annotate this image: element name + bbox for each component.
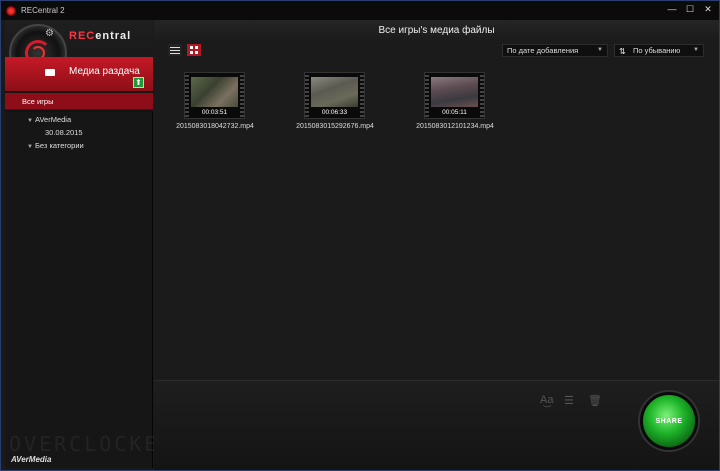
bottom-action-panel: A͜a ☰ 🗑 SHARE [154,380,719,470]
app-icon [6,5,16,16]
trash-icon[interactable]: 🗑 [588,394,602,407]
expand-triangle-icon[interactable]: ▼ [27,115,35,128]
categorize-icon[interactable]: ☰ [564,394,574,407]
main-panel: Все игры's медиа файлы По дате добавлени… [154,20,719,470]
media-item[interactable]: 00:03:51 2015083018042732.mp4 [174,72,256,130]
app-window: RECentral 2 — ☐ ✕ ⚙ RECentral Медиа разд… [0,0,720,471]
media-share-section[interactable]: Медиа раздача [5,57,153,91]
window-controls: — ☐ ✕ [667,3,713,15]
arrow-up-icon: ⬆ [135,78,142,87]
sort-order-select[interactable]: ⇅ По убыванию ▼ [614,44,704,57]
media-icon [45,69,55,76]
window-title: RECentral 2 [21,6,65,15]
close-button[interactable]: ✕ [703,3,713,15]
file-name: 2015083015292676.mp4 [296,123,374,130]
chevron-down-icon: ▼ [693,47,699,53]
duration-label: 00:05:11 [442,109,467,116]
maximize-button[interactable]: ☐ [685,3,695,15]
rename-icon[interactable]: A͜a [540,394,553,406]
brand-logo: RECentral [69,30,132,42]
sort-descending-icon: ⇅ [619,47,626,56]
sidebar: ⚙ RECentral Медиа раздача ⬆ Все игры ▼ AV… [5,20,232,468]
avermedia-logo: AVerMedia [11,455,52,464]
video-thumbnail[interactable]: 00:05:11 [424,72,485,119]
expand-triangle-icon[interactable]: ▼ [27,141,35,154]
video-thumbnail[interactable]: 00:06:33 [304,72,365,119]
toolbar: По дате добавления ▼ ⇅ По убыванию ▼ [154,41,719,59]
tree-item-avermedia[interactable]: ▼ AVerMedia [5,113,153,126]
video-thumbnail[interactable]: 00:03:51 [184,72,245,119]
duration-label: 00:06:33 [321,109,348,116]
gear-icon[interactable]: ⚙ [45,28,54,39]
section-title: Медиа раздача [69,66,140,77]
grid-view-button[interactable] [187,44,201,56]
list-icon [170,46,180,54]
title-bar: RECentral 2 — ☐ ✕ [1,1,719,20]
chevron-down-icon: ▼ [597,47,603,53]
category-all-games[interactable]: Все игры [5,93,153,110]
file-name: 2015083012101234.mp4 [416,123,494,130]
share-button[interactable]: SHARE [640,392,698,450]
category-list: Все игры ▼ AVerMedia 30.08.2015 ▼ Без кате… [5,93,153,152]
tree-item-uncategorized[interactable]: ▼ Без категории [5,139,153,152]
list-view-button[interactable] [168,44,182,56]
media-item[interactable]: 00:06:33 2015083015292676.mp4 [294,72,376,130]
sort-by-select[interactable]: По дате добавления ▼ [502,44,608,57]
page-title: Все игры's медиа файлы [154,20,719,41]
minimize-button[interactable]: — [667,3,677,15]
grid-icon [190,46,198,54]
duration-label: 00:03:51 [201,109,228,116]
media-item[interactable]: 00:05:11 2015083012101234.mp4 [414,72,496,130]
upload-button[interactable]: ⬆ [133,77,144,88]
file-name: 2015083018042732.mp4 [176,123,254,130]
